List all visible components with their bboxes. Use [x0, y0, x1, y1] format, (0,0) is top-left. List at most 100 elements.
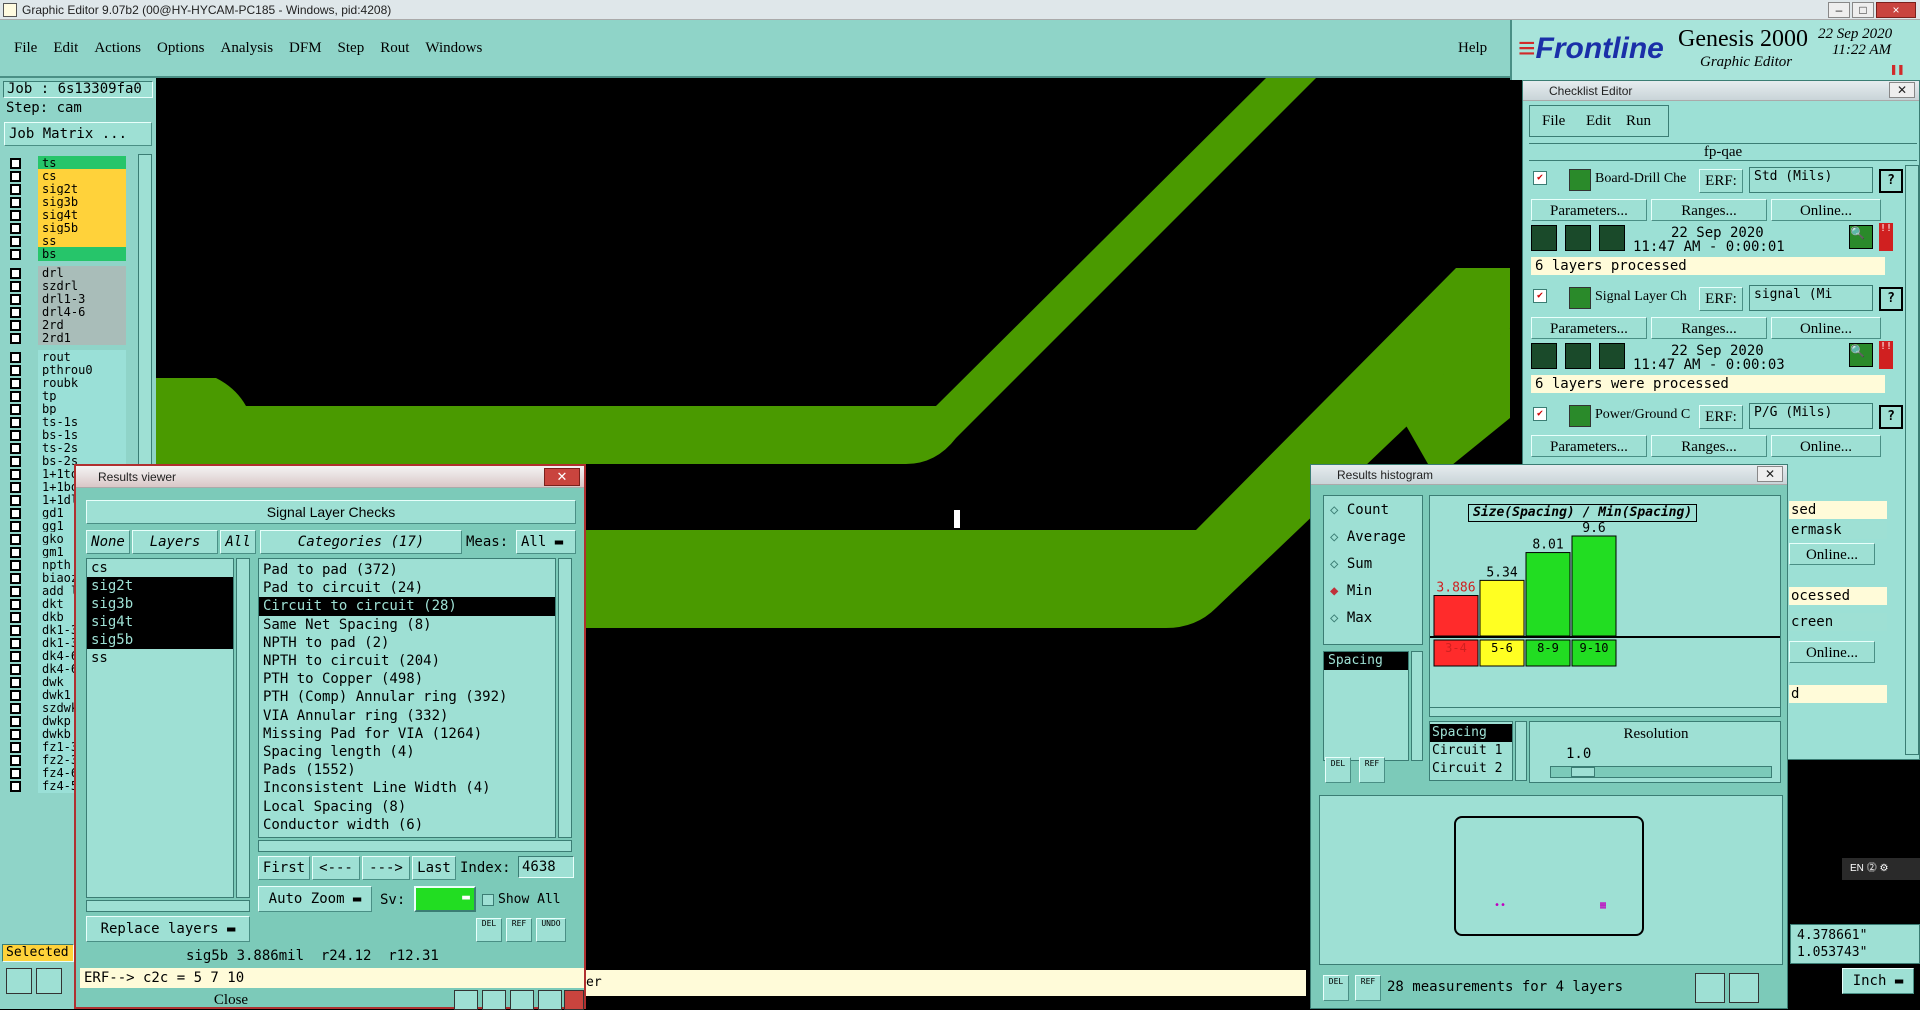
layer-name[interactable]: sig3b	[38, 195, 126, 209]
histogram-bar[interactable]	[1571, 535, 1617, 637]
category-item[interactable]: NPTH to circuit (204)	[259, 652, 555, 670]
maximize-button[interactable]: □	[1852, 2, 1874, 18]
mode-option-min[interactable]: ◆ Min	[1330, 583, 1372, 599]
layer-checkbox[interactable]	[10, 333, 21, 344]
measure-list-scrollbar[interactable]	[1411, 651, 1423, 761]
results-viewer-close-icon[interactable]: ✕	[544, 468, 580, 486]
alert-icon[interactable]: !!	[1879, 223, 1893, 251]
layer-list-hscroll[interactable]	[86, 900, 250, 912]
layer-checkbox[interactable]	[10, 534, 21, 545]
menu-step[interactable]: Step	[338, 40, 365, 57]
results-layer-item[interactable]: ss	[87, 649, 233, 667]
layer-checkbox[interactable]	[10, 755, 21, 766]
layer-name[interactable]: sig4t	[38, 208, 126, 222]
layer-row[interactable]: 2rd1	[4, 331, 126, 346]
layer-name[interactable]: 2rd1	[38, 331, 126, 345]
layer-checkbox[interactable]	[10, 430, 21, 441]
layer-checkbox[interactable]	[10, 391, 21, 402]
results-layer-item[interactable]: sig2t	[87, 577, 233, 595]
category-item[interactable]: Local Spacing (8)	[259, 798, 555, 816]
category-item[interactable]: Spacing length (4)	[259, 743, 555, 761]
menu-actions[interactable]: Actions	[94, 40, 141, 57]
results-layer-item[interactable]: cs	[87, 559, 233, 577]
checklist-close-icon[interactable]: ✕	[1889, 82, 1915, 98]
close-button[interactable]: Close	[86, 990, 376, 1010]
category-item[interactable]: VIA Annular ring (332)	[259, 707, 555, 725]
tool-icon-1[interactable]	[6, 968, 32, 994]
layer-checkbox[interactable]	[10, 365, 21, 376]
layer-checkbox[interactable]	[10, 320, 21, 331]
layer-checkbox[interactable]	[10, 443, 21, 454]
layer-row[interactable]: bs	[4, 247, 126, 262]
category-item[interactable]: Missing Pad for VIA (1264)	[259, 725, 555, 743]
histogram-bar[interactable]	[1433, 595, 1479, 637]
menu-dfm[interactable]: DFM	[289, 40, 322, 57]
histogram-field[interactable]: Circuit 2	[1430, 760, 1512, 778]
prev-button[interactable]: <---	[312, 856, 360, 880]
online-button[interactable]: Online...	[1771, 199, 1881, 221]
help-icon[interactable]: ⓶ ⚙	[1867, 863, 1889, 874]
first-button[interactable]: First	[258, 856, 310, 880]
layer-checkbox[interactable]	[10, 352, 21, 363]
histogram-bar[interactable]	[1479, 579, 1525, 637]
menu-analysis[interactable]: Analysis	[221, 40, 274, 57]
layer-checkbox[interactable]	[10, 625, 21, 636]
check-enabled-checkbox[interactable]: ✔	[1533, 407, 1547, 421]
tool-a-icon[interactable]	[454, 990, 478, 1010]
last-button[interactable]: Last	[412, 856, 456, 880]
layer-name[interactable]: bs-1s	[38, 428, 126, 442]
layer-name[interactable]: drl4-6	[38, 305, 126, 319]
radio-icon[interactable]: ◇	[1330, 502, 1347, 518]
del-button[interactable]: DEL	[476, 918, 502, 942]
layer-name[interactable]: bp	[38, 402, 126, 416]
online-button[interactable]: Online...	[1771, 435, 1881, 457]
parameters-button[interactable]: Parameters...	[1531, 199, 1647, 221]
replace-layers-select[interactable]: Replace layers ▬	[86, 916, 250, 942]
run-status-icon[interactable]	[1565, 343, 1591, 369]
run-status-icon[interactable]	[1599, 225, 1625, 251]
category-item[interactable]: Inconsistent Line Width (4)	[259, 779, 555, 797]
check-enabled-checkbox[interactable]: ✔	[1533, 171, 1547, 185]
layer-name[interactable]: sig2t	[38, 182, 126, 196]
category-item[interactable]: Pad to pad (372)	[259, 561, 555, 579]
categories-scrollbar[interactable]	[558, 558, 572, 838]
category-item[interactable]: Same Net Spacing (8)	[259, 616, 555, 634]
categories-hscroll[interactable]	[258, 840, 572, 852]
checklist-menu-run[interactable]: Run	[1626, 106, 1651, 136]
results-layer-item[interactable]: sig5b	[87, 631, 233, 649]
preview-del-button[interactable]: DEL	[1323, 975, 1349, 1001]
parameters-button[interactable]: Parameters...	[1531, 435, 1647, 457]
layer-name[interactable]: ts-1s	[38, 415, 126, 429]
fields-scrollbar[interactable]	[1515, 721, 1527, 781]
layer-checkbox[interactable]	[10, 729, 21, 740]
check-enabled-checkbox[interactable]: ✔	[1533, 289, 1547, 303]
layer-name[interactable]: ts-2s	[38, 441, 126, 455]
histogram-measure-list[interactable]: Spacing	[1323, 651, 1409, 761]
layer-checkbox[interactable]	[10, 197, 21, 208]
layer-checkbox[interactable]	[10, 456, 21, 467]
run-status-icon[interactable]	[1599, 343, 1625, 369]
layer-name[interactable]: bs	[38, 247, 126, 261]
layer-checkbox[interactable]	[10, 210, 21, 221]
layer-checkbox[interactable]	[10, 469, 21, 480]
layer-checkbox[interactable]	[10, 495, 21, 506]
menu-file[interactable]: File	[14, 40, 37, 57]
layer-checkbox[interactable]	[10, 482, 21, 493]
meas-select[interactable]: All ▬	[516, 530, 576, 554]
all-button[interactable]: All	[220, 530, 256, 554]
layer-name[interactable]: roubk	[38, 376, 126, 390]
layer-checkbox[interactable]	[10, 768, 21, 779]
layer-checkbox[interactable]	[10, 703, 21, 714]
layer-name[interactable]: 2rd	[38, 318, 126, 332]
layer-checkbox[interactable]	[10, 378, 21, 389]
layer-checkbox[interactable]	[10, 742, 21, 753]
alert-icon[interactable]: !!	[1879, 341, 1893, 369]
layer-checkbox[interactable]	[10, 294, 21, 305]
radio-icon[interactable]: ◆	[1330, 583, 1347, 599]
run-status-icon[interactable]	[1565, 225, 1591, 251]
layer-checkbox[interactable]	[10, 547, 21, 558]
layer-name[interactable]: tp	[38, 389, 126, 403]
results-layer-list[interactable]: cs sig2t sig3b sig4t sig5b ss	[86, 558, 234, 898]
mode-option-count[interactable]: ◇ Count	[1330, 502, 1389, 518]
layer-checkbox[interactable]	[10, 307, 21, 318]
